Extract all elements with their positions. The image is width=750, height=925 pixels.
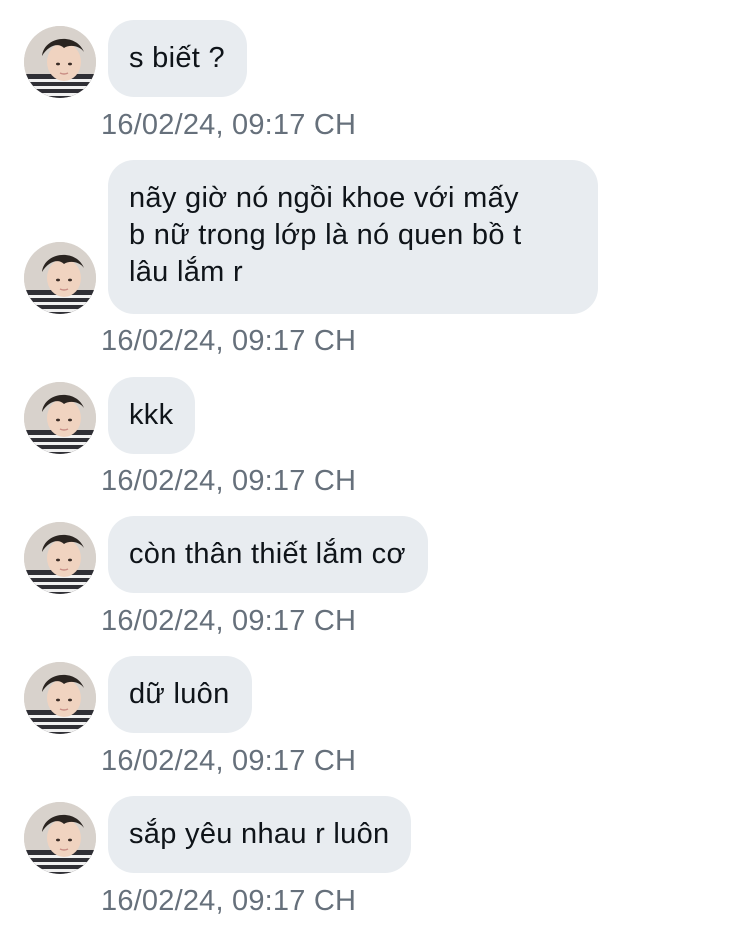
sender-avatar[interactable] bbox=[24, 26, 96, 98]
message-timestamp: 16/02/24, 09:17 CH bbox=[101, 885, 357, 917]
message-bubble[interactable]: s biết ? bbox=[108, 20, 247, 97]
message-timestamp: 16/02/24, 09:17 CH bbox=[101, 605, 357, 637]
message-timestamp: 16/02/24, 09:17 CH bbox=[101, 325, 357, 357]
message-bubble[interactable]: sắp yêu nhau r luôn bbox=[108, 796, 412, 873]
sender-avatar[interactable] bbox=[24, 242, 96, 314]
message-bubble[interactable]: nãy giờ nó ngồi khoe với mấy b nữ trong … bbox=[108, 160, 598, 314]
sender-avatar[interactable] bbox=[24, 802, 96, 874]
profile-photo-icon bbox=[24, 802, 96, 874]
sender-avatar[interactable] bbox=[24, 522, 96, 594]
profile-photo-icon bbox=[24, 522, 96, 594]
message-thread: s biết ? 16/02/24, 09:17 CH nãy giờ nó n… bbox=[0, 0, 750, 925]
profile-photo-icon bbox=[24, 242, 96, 314]
profile-photo-icon bbox=[24, 26, 96, 98]
profile-photo-icon bbox=[24, 382, 96, 454]
message-bubble[interactable]: còn thân thiết lắm cơ bbox=[108, 516, 428, 593]
message-timestamp: 16/02/24, 09:17 CH bbox=[101, 745, 357, 777]
profile-photo-icon bbox=[24, 662, 96, 734]
message-timestamp: 16/02/24, 09:17 CH bbox=[101, 465, 357, 497]
message-bubble[interactable]: kkk bbox=[108, 377, 196, 454]
message-bubble[interactable]: dữ luôn bbox=[108, 656, 252, 733]
sender-avatar[interactable] bbox=[24, 382, 96, 454]
message-timestamp: 16/02/24, 09:17 CH bbox=[101, 109, 357, 141]
sender-avatar[interactable] bbox=[24, 662, 96, 734]
